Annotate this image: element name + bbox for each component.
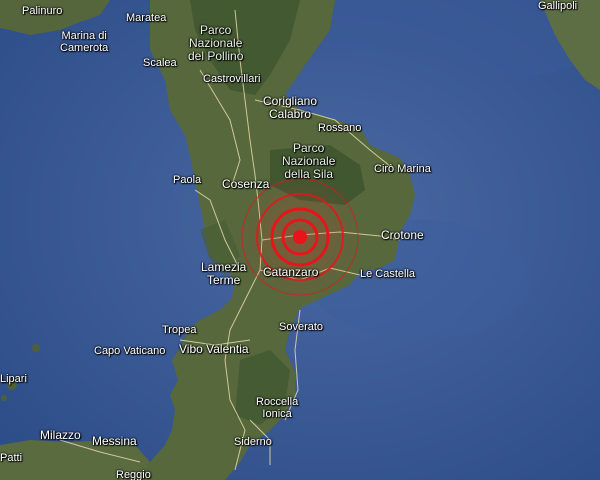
epicenter-dot — [293, 230, 307, 244]
label-capo-vaticano: Capo Vaticano — [94, 345, 166, 357]
label-milazzo: Milazzo — [40, 428, 81, 442]
label-castrovillari: Castrovillari — [203, 73, 261, 85]
map-view[interactable]: Palinuro Maratea Marina di Camerota Parc… — [0, 0, 600, 480]
island — [32, 344, 40, 352]
label-le-castella: Le Castella — [360, 268, 416, 280]
label-lamezia-terme: Lamezia Terme — [201, 260, 247, 287]
label-marina-di-camerota: Marina di Camerota — [60, 30, 109, 54]
label-siderno: Siderno — [234, 436, 272, 448]
label-lipari: Lipari — [0, 373, 27, 385]
label-vibo-valentia: Vibo Valentia — [179, 342, 249, 356]
label-maratea: Maratea — [126, 12, 167, 24]
label-catanzaro: Catanzaro — [263, 265, 319, 279]
label-roccella-ionica: Roccella Ionica — [256, 396, 299, 420]
island — [1, 395, 7, 401]
label-soverato: Soverato — [279, 321, 324, 333]
label-ciro-marina: Cirò Marina — [374, 163, 431, 175]
label-rossano: Rossano — [318, 122, 362, 134]
label-parco-pollino: Parco Nazionale del Pollino — [188, 23, 244, 63]
label-messina: Messina — [92, 434, 137, 448]
label-corigliano-calabro: Corigliano Calabro — [263, 94, 318, 121]
label-paola: Paola — [173, 174, 202, 186]
label-tropea: Tropea — [162, 324, 197, 336]
satellite-map-canvas[interactable] — [0, 0, 600, 480]
label-cosenza: Cosenza — [222, 177, 270, 191]
label-reggio: Reggio — [116, 469, 151, 480]
label-patti: Patti — [0, 452, 23, 464]
label-scalea: Scalea — [143, 57, 177, 69]
label-parco-sila: Parco Nazionale della Sila — [282, 141, 336, 181]
label-palinuro: Palinuro — [22, 5, 63, 17]
label-crotone: Crotone — [381, 228, 424, 242]
label-gallipoli: Gallipoli — [538, 0, 578, 12]
earthquake-epicenter-icon[interactable] — [235, 172, 365, 302]
